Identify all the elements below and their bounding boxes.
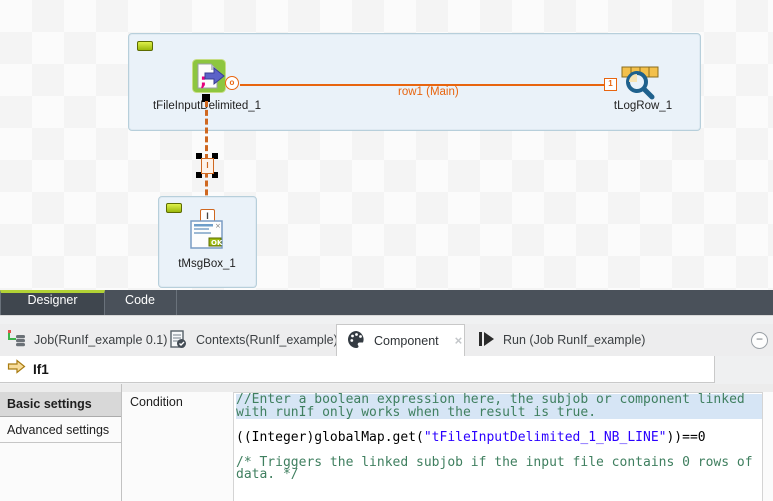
row1-connection-label[interactable]: row1 (Main) xyxy=(398,86,459,98)
minimize-panel-button[interactable]: − xyxy=(751,332,768,349)
condition-label: Condition xyxy=(130,395,183,409)
tab-run[interactable]: Run (Job RunIf_example) xyxy=(477,324,645,356)
subjob-collapse-button[interactable] xyxy=(166,203,182,213)
tmsgbox-icon: × OK xyxy=(188,240,226,257)
svg-text:OK: OK xyxy=(211,239,223,247)
sidebar-separator xyxy=(121,384,122,501)
code-line: data. */ xyxy=(236,469,762,482)
code-line: ((Integer)globalMap.get("tFileInputDelim… xyxy=(236,432,762,445)
code-line: /* Triggers the linked subjob if the inp… xyxy=(236,457,762,470)
close-icon[interactable]: × xyxy=(455,333,463,348)
expression-string: "tFileInputDelimited_1_NB_LINE" xyxy=(424,430,667,445)
run-icon xyxy=(477,330,495,351)
condition-code-editor[interactable]: //Enter a boolean expression here, the s… xyxy=(233,392,763,501)
settings-top-strip xyxy=(0,384,773,392)
tlogrow-label: tLogRow_1 xyxy=(608,100,678,112)
tab-job[interactable]: Job(RunIf_example 0.1) xyxy=(6,324,167,356)
subjob-collapse-button[interactable] xyxy=(137,41,153,51)
panel-title: If1 xyxy=(33,362,49,377)
runif-link-label[interactable]: I xyxy=(201,158,214,174)
comment-text: /* Triggers the linked subjob if the inp… xyxy=(236,455,753,470)
comment-text: data. */ xyxy=(236,467,299,482)
editor-tab-bar: Designer Code xyxy=(0,290,773,315)
component-palette-icon xyxy=(347,330,366,352)
contexts-icon xyxy=(168,329,188,352)
expression-text: ))==0 xyxy=(666,430,705,445)
tab-component-label: Component xyxy=(374,334,439,348)
sidebar-item-advanced-settings[interactable]: Advanced settings xyxy=(0,418,121,443)
code-line: with runIf only works when the result is… xyxy=(236,407,762,420)
view-tab-bar: Job(RunIf_example 0.1) Contexts(RunIf_ex… xyxy=(0,324,773,356)
tmsgbox-component[interactable]: × OK xyxy=(188,218,226,253)
tab-contexts[interactable]: Contexts(RunIf_example) xyxy=(168,324,338,356)
if-arrow-icon xyxy=(7,359,26,379)
tfileinputdelimited-component[interactable]: ; xyxy=(192,59,226,93)
sidebar-item-basic-settings[interactable]: Basic settings xyxy=(0,392,121,417)
job-icon xyxy=(6,329,26,352)
tab-job-label: Job(RunIf_example 0.1) xyxy=(34,333,167,347)
tab-code[interactable]: Code xyxy=(104,290,177,315)
talend-studio-window: row1 (Main) ; o tFileInputDelimited_1 1 xyxy=(0,0,773,501)
tab-run-label: Run (Job RunIf_example) xyxy=(503,333,645,347)
tmsgbox-label: tMsgBox_1 xyxy=(160,258,254,270)
if-header: If1 xyxy=(0,356,715,383)
tlogrow-component[interactable] xyxy=(619,64,661,100)
tab-contexts-label: Contexts(RunIf_example) xyxy=(196,333,338,347)
tlogrow-input-port[interactable]: 1 xyxy=(604,78,617,91)
tfileinput-output-port[interactable]: o xyxy=(225,76,239,90)
tab-component[interactable]: Component × xyxy=(336,324,465,356)
comment-text: with runIf only works when the result is… xyxy=(236,405,596,420)
svg-text:×: × xyxy=(215,222,221,230)
expression-text: ((Integer)globalMap.get( xyxy=(236,430,424,445)
tab-designer[interactable]: Designer xyxy=(0,290,105,315)
design-canvas[interactable]: row1 (Main) ; o tFileInputDelimited_1 1 xyxy=(0,0,773,290)
